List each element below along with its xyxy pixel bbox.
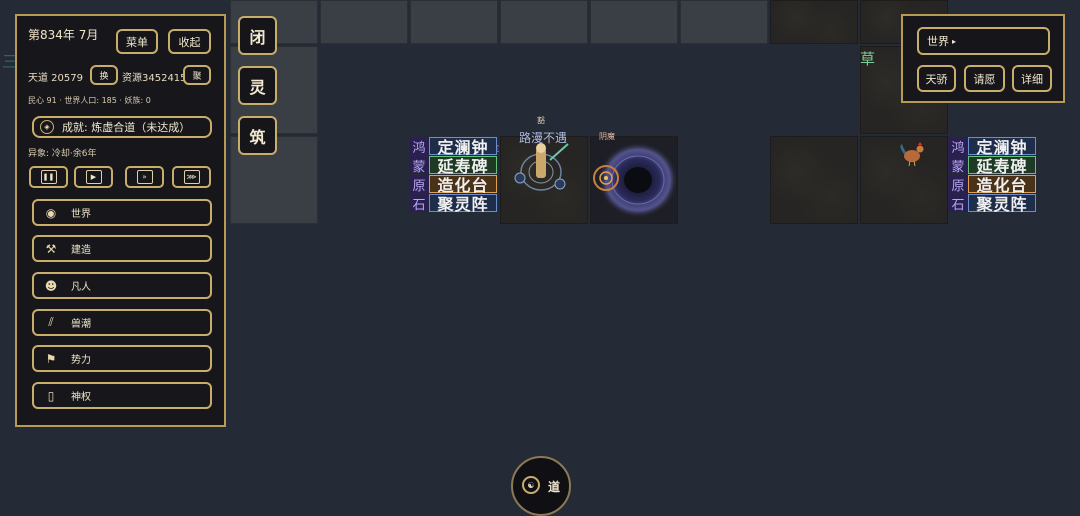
prodigy-button[interactable]: 天骄: [917, 65, 956, 92]
menu-item-mortals[interactable]: ☻ 凡人: [32, 272, 212, 299]
building-list-left: 鸿 定澜钟 蒙 延寿碑 原 造化台 石 聚灵阵: [409, 137, 497, 214]
pause-button[interactable]: ❚❚: [29, 166, 68, 188]
collapse-button[interactable]: 收起: [168, 29, 211, 54]
chevron-right-icon: ▸: [952, 36, 957, 46]
grass-label: 草: [860, 50, 876, 68]
cultivator-sprite: [514, 143, 569, 191]
dao-label: 道: [548, 480, 561, 494]
fastest-forward-button[interactable]: ⋙: [172, 166, 211, 188]
dao-icon: ☯: [522, 476, 540, 494]
petition-button[interactable]: 请愿: [964, 65, 1005, 92]
building-char: 石: [409, 194, 429, 213]
character-title: 路漫不遇: [519, 131, 568, 145]
building-list-right: 鸿 定澜钟 蒙 延寿碑 原 造化台 石 聚灵阵: [948, 137, 1036, 214]
building-char: 鸿: [409, 137, 429, 156]
portal-graphic: [593, 142, 678, 218]
achievement-icon: ◈: [40, 120, 54, 134]
map-tile: [680, 0, 768, 44]
character-top-label: 豁: [537, 116, 545, 125]
map-tile: [410, 0, 498, 44]
menu-item-label: 神权: [71, 392, 91, 403]
world-panel: 世界 ▸ 天骄 请愿 详细: [901, 14, 1065, 103]
dao-button[interactable]: ☯ 道: [511, 456, 571, 516]
building-char: 原: [948, 175, 968, 194]
phenomenon-status: 异象: 冷却·余6年: [28, 149, 97, 159]
menu-item-label: 世界: [71, 209, 91, 220]
menu-item-label: 兽潮: [71, 319, 91, 330]
tablet-icon: ▯: [47, 388, 55, 403]
details-button[interactable]: 详细: [1012, 65, 1052, 92]
menu-item-beast-tide[interactable]: ⫽ 兽潮: [32, 309, 212, 336]
gather-button[interactable]: 聚: [183, 65, 211, 85]
tiandao-value: 天道 20579: [28, 73, 83, 84]
achievement-text: 成就: 炼虚合道（未达成）: [62, 121, 191, 134]
dark-portal[interactable]: [590, 140, 678, 224]
banner-icon: ⚑: [45, 351, 57, 366]
swap-button[interactable]: 换: [90, 65, 118, 85]
rooster-sprite: [900, 142, 924, 167]
people-icon: ☻: [44, 278, 58, 293]
menu-item-label: 势力: [71, 355, 91, 366]
building-name: 聚灵阵: [968, 194, 1036, 214]
menu-item-build[interactable]: ⚒ 建造: [32, 235, 212, 262]
world-dropdown[interactable]: 世界 ▸: [917, 27, 1050, 55]
portal-label: 阴魔: [599, 132, 615, 141]
menu-item-divine-power[interactable]: ▯ 神权: [32, 382, 212, 409]
map-tile: [590, 0, 678, 44]
map-tile: [320, 0, 408, 44]
building-row[interactable]: 石 聚灵阵: [409, 194, 497, 214]
world-dropdown-label: 世界: [927, 35, 949, 48]
spirit-button[interactable]: 灵: [238, 66, 277, 105]
map-tile: [500, 0, 588, 44]
world-stats: 民心 91 · 世界人口: 185 · 妖族: 0: [28, 96, 151, 105]
menu-button[interactable]: 菜单: [116, 29, 158, 54]
pause-icon: ❚❚: [40, 170, 57, 184]
fastest-forward-icon: ⋙: [183, 170, 200, 184]
building-char: 蒙: [948, 156, 968, 175]
globe-icon: ◉: [45, 205, 57, 220]
menu-item-factions[interactable]: ⚑ 势力: [32, 345, 212, 372]
building-name: 聚灵阵: [429, 194, 497, 214]
play-icon: ▶: [85, 170, 102, 184]
menu-item-label: 建造: [71, 245, 91, 256]
menu-item-label: 凡人: [71, 282, 91, 293]
achievement-bar[interactable]: ◈ 成就: 炼虚合道（未达成）: [32, 116, 212, 138]
building-char: 鸿: [948, 137, 968, 156]
fast-forward-button[interactable]: »: [125, 166, 164, 188]
building-char: 蒙: [409, 156, 429, 175]
play-button[interactable]: ▶: [74, 166, 113, 188]
building-char: 石: [948, 194, 968, 213]
cultivator-character[interactable]: [508, 140, 578, 200]
hammer-icon: ⚒: [45, 241, 57, 256]
seclusion-button[interactable]: 闭: [238, 16, 277, 55]
main-hud-panel: 第834年 7月 菜单 收起 天道 20579 换 资源3452415 聚 民心…: [15, 14, 226, 427]
rooster-creature[interactable]: [898, 140, 928, 168]
map-tile: [770, 0, 858, 44]
building-row[interactable]: 石 聚灵阵: [948, 194, 1036, 214]
claw-icon: ⫽: [48, 315, 54, 329]
map-tile: [770, 136, 858, 224]
menu-item-world[interactable]: ◉ 世界: [32, 199, 212, 226]
fast-forward-icon: »: [136, 170, 153, 184]
building-char: 原: [409, 175, 429, 194]
resources-value: 资源3452415: [122, 73, 187, 84]
game-date: 第834年 7月: [28, 28, 99, 42]
foundation-button[interactable]: 筑: [238, 116, 277, 155]
